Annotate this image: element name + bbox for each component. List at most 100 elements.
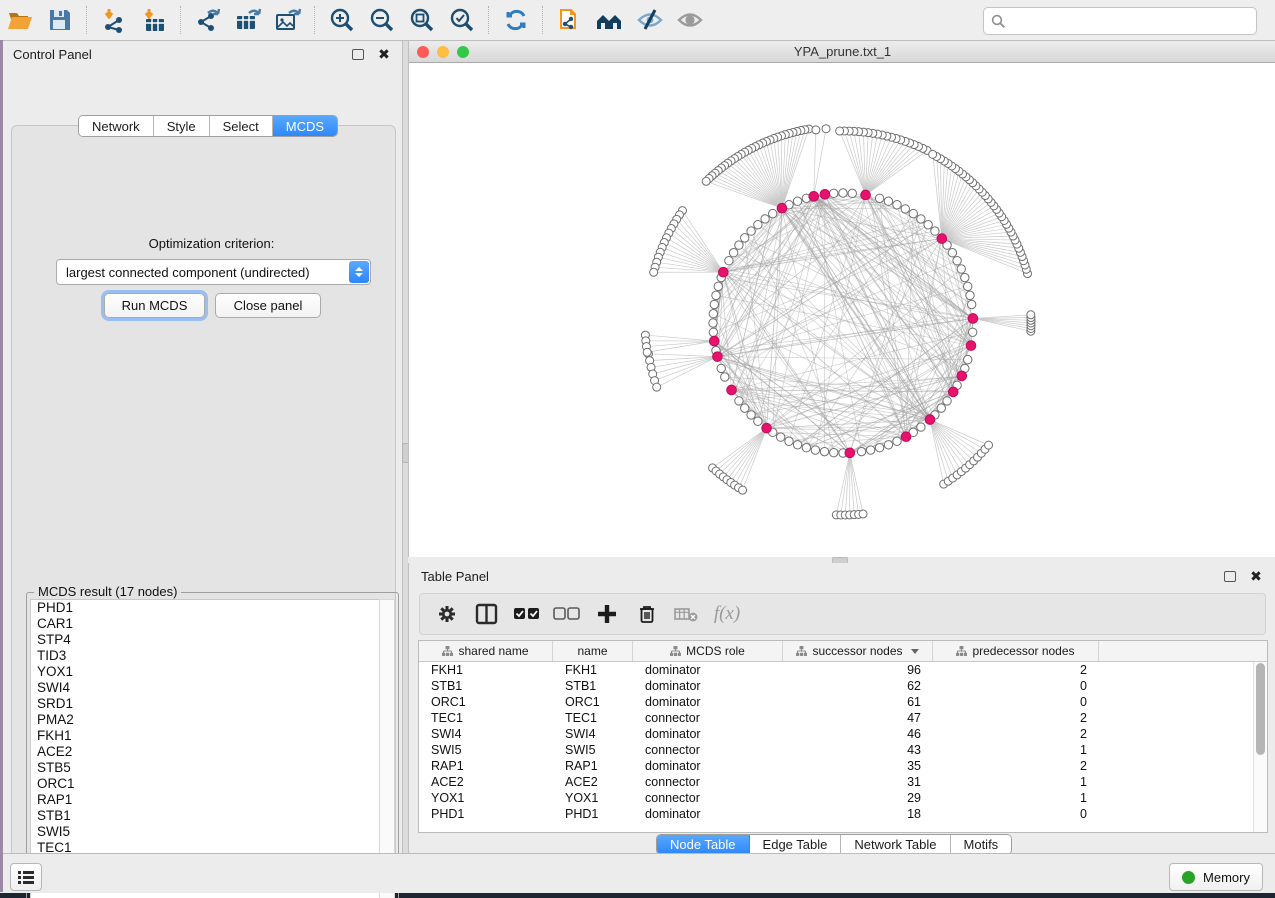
network-node[interactable]: [761, 215, 769, 223]
network-node[interactable]: [953, 256, 961, 264]
mcds-node[interactable]: [809, 192, 819, 202]
network-node[interactable]: [725, 256, 733, 264]
mcds-node[interactable]: [861, 190, 871, 200]
table-row[interactable]: RAP1RAP1dominator352: [419, 758, 1267, 774]
network-node[interactable]: [1027, 311, 1035, 319]
mcds-node[interactable]: [777, 203, 787, 213]
network-node[interactable]: [709, 310, 717, 318]
network-node[interactable]: [931, 227, 939, 235]
network-node[interactable]: [653, 383, 661, 391]
table-row[interactable]: STB1STB1dominator620: [419, 678, 1267, 694]
cell-name[interactable]: TEC1: [553, 711, 633, 725]
delete-column-icon[interactable]: [632, 599, 662, 629]
cell-mcds_role[interactable]: dominator: [633, 727, 783, 741]
show-columns-icon[interactable]: [472, 599, 502, 629]
cell-mcds_role[interactable]: connector: [633, 791, 783, 805]
cell-shared_name[interactable]: ORC1: [419, 695, 553, 709]
network-node[interactable]: [714, 282, 722, 290]
mcds-result-item[interactable]: ORC1: [31, 776, 380, 792]
cell-successor_nodes[interactable]: 47: [783, 711, 933, 725]
search-input[interactable]: [1006, 11, 1256, 31]
column-header-predecessor-nodes[interactable]: predecessor nodes: [933, 641, 1099, 661]
cell-predecessor_nodes[interactable]: 2: [933, 663, 1099, 677]
delete-table-icon[interactable]: [672, 599, 702, 629]
apply-layout-icon[interactable]: [499, 5, 533, 35]
tab-style[interactable]: Style: [154, 116, 210, 136]
network-node[interactable]: [884, 197, 892, 205]
cell-predecessor_nodes[interactable]: 2: [933, 759, 1099, 773]
cell-predecessor_nodes[interactable]: 1: [933, 743, 1099, 757]
mcds-node[interactable]: [957, 371, 967, 381]
network-node[interactable]: [650, 268, 658, 276]
network-node[interactable]: [964, 282, 972, 290]
mcds-result-item[interactable]: SRD1: [31, 696, 380, 712]
network-node[interactable]: [739, 486, 747, 494]
cell-mcds_role[interactable]: connector: [633, 743, 783, 757]
network-node[interactable]: [643, 348, 651, 356]
import-table-icon[interactable]: [137, 5, 171, 35]
mcds-node[interactable]: [948, 387, 958, 397]
mcds-result-item[interactable]: FKH1: [31, 728, 380, 744]
network-node[interactable]: [857, 447, 865, 455]
cell-mcds_role[interactable]: dominator: [633, 807, 783, 821]
network-node[interactable]: [985, 441, 993, 449]
cell-predecessor_nodes[interactable]: 0: [933, 679, 1099, 693]
network-node[interactable]: [948, 249, 956, 257]
network-node[interactable]: [747, 411, 755, 419]
mcds-result-item[interactable]: RAP1: [31, 792, 380, 808]
cell-successor_nodes[interactable]: 61: [783, 695, 933, 709]
select-all-checkboxes-icon[interactable]: [512, 599, 542, 629]
cell-shared_name[interactable]: SWI5: [419, 743, 553, 757]
zoom-out-icon[interactable]: [365, 5, 399, 35]
tab-select[interactable]: Select: [210, 116, 273, 136]
cell-shared_name[interactable]: FKH1: [419, 663, 553, 677]
network-node[interactable]: [769, 209, 777, 217]
network-node[interactable]: [811, 446, 819, 454]
cell-mcds_role[interactable]: dominator: [633, 679, 783, 693]
mcds-node[interactable]: [968, 314, 978, 324]
cell-shared_name[interactable]: STB1: [419, 679, 553, 693]
float-panel-icon[interactable]: [350, 46, 366, 62]
mcds-node[interactable]: [820, 189, 830, 199]
cell-name[interactable]: ACE2: [553, 775, 633, 789]
tab-motifs[interactable]: Motifs: [951, 835, 1012, 854]
network-node[interactable]: [966, 291, 974, 299]
float-panel-icon[interactable]: [1222, 568, 1238, 584]
deselect-all-checkboxes-icon[interactable]: [552, 599, 582, 629]
table-scrollbar-thumb[interactable]: [1256, 663, 1265, 755]
network-node[interactable]: [884, 441, 892, 449]
network-node[interactable]: [709, 328, 717, 336]
close-panel-icon[interactable]: ✖: [1248, 568, 1264, 584]
cell-successor_nodes[interactable]: 62: [783, 679, 933, 693]
network-node[interactable]: [785, 437, 793, 445]
table-row[interactable]: SWI5SWI5connector431: [419, 742, 1267, 758]
column-header-shared-name[interactable]: shared name: [419, 641, 553, 661]
mcds-result-item[interactable]: TID3: [31, 648, 380, 664]
save-session-icon[interactable]: [43, 5, 77, 35]
network-node[interactable]: [710, 300, 718, 308]
table-row[interactable]: ORC1ORC1dominator610: [419, 694, 1267, 710]
network-node[interactable]: [917, 215, 925, 223]
network-node[interactable]: [721, 373, 729, 381]
mcds-result-item[interactable]: ACE2: [31, 744, 380, 760]
mcds-result-item[interactable]: PHD1: [31, 600, 380, 616]
cell-shared_name[interactable]: YOX1: [419, 791, 553, 805]
tab-edge-table[interactable]: Edge Table: [750, 835, 842, 854]
table-row[interactable]: PHD1PHD1dominator180: [419, 806, 1267, 822]
column-header-successor-nodes[interactable]: successor nodes: [783, 641, 933, 661]
network-node[interactable]: [917, 423, 925, 431]
network-node[interactable]: [812, 126, 820, 134]
criterion-dropdown[interactable]: largest connected component (undirected): [56, 259, 371, 285]
cell-name[interactable]: FKH1: [553, 663, 633, 677]
table-options-gear-icon[interactable]: [432, 599, 462, 629]
network-node[interactable]: [836, 127, 844, 135]
export-image-icon[interactable]: [271, 5, 305, 35]
memory-button[interactable]: Memory: [1169, 863, 1263, 891]
network-node[interactable]: [741, 234, 749, 242]
cell-predecessor_nodes[interactable]: 2: [933, 711, 1099, 725]
cell-successor_nodes[interactable]: 18: [783, 807, 933, 821]
mcds-result-item[interactable]: STB5: [31, 760, 380, 776]
cell-mcds_role[interactable]: connector: [633, 775, 783, 789]
mcds-node[interactable]: [966, 341, 976, 351]
cell-successor_nodes[interactable]: 29: [783, 791, 933, 805]
